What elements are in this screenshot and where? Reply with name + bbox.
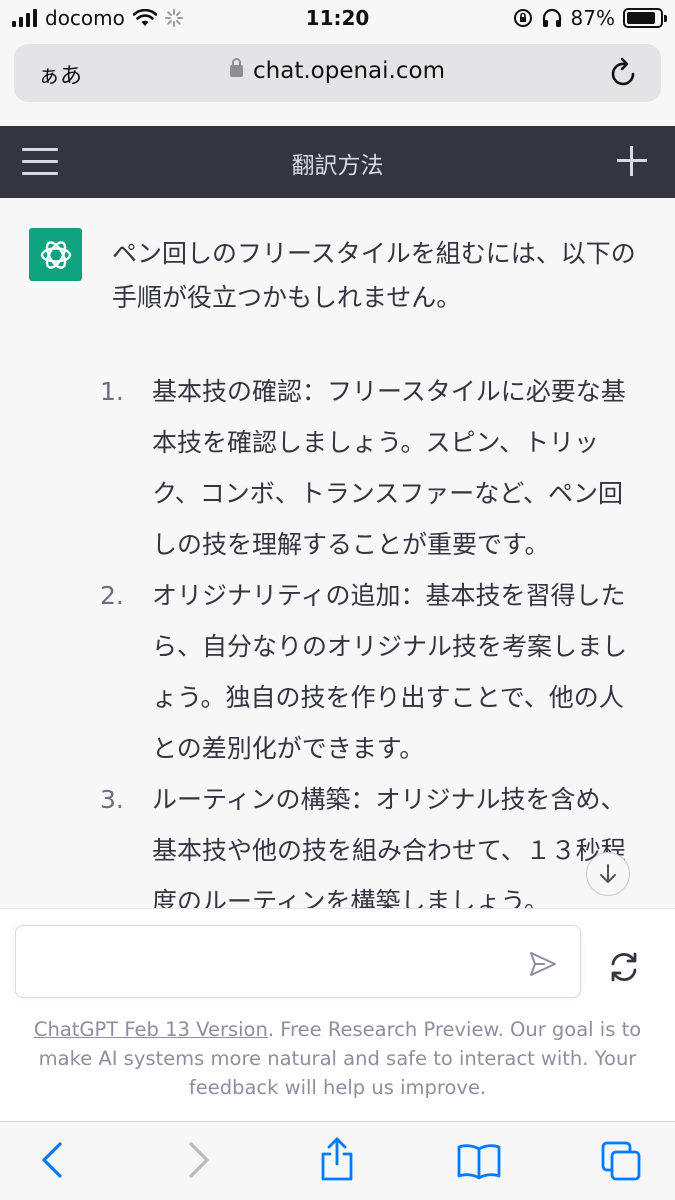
lock-icon xyxy=(230,58,244,77)
back-icon[interactable] xyxy=(38,1140,66,1180)
battery-fill xyxy=(627,12,655,24)
chat-area[interactable]: ペン回しのフリースタイルを組むには、以下の手順が役立つかもしれません。 1. 基… xyxy=(0,198,675,908)
version-link[interactable]: ChatGPT Feb 13 Version xyxy=(34,1018,268,1041)
message-steps-list: 1. 基本技の確認：フリースタイルに必要な基本技を確認しましょう。スピン、トリッ… xyxy=(100,366,645,908)
scroll-to-bottom-button[interactable] xyxy=(586,852,630,896)
address-bar[interactable]: ぁあ chat.openai.com xyxy=(14,44,661,102)
openai-logo-icon xyxy=(40,240,71,269)
headphones-icon xyxy=(542,8,561,27)
plus-icon[interactable] xyxy=(617,146,647,176)
forward-icon[interactable] xyxy=(185,1140,213,1180)
browser-toolbar xyxy=(0,1121,675,1200)
url-text: chat.openai.com xyxy=(253,58,445,84)
list-item: 3. ルーティンの構築：オリジナル技を含め、基本技や他の技を組み合わせて、１３秒… xyxy=(100,774,645,908)
status-bar: docomo 11:20 87% xyxy=(0,0,675,38)
reload-icon[interactable] xyxy=(609,56,639,88)
composer-area: ChatGPT Feb 13 Version. Free Research Pr… xyxy=(0,908,675,1121)
url-display[interactable]: chat.openai.com xyxy=(14,58,661,84)
share-icon[interactable] xyxy=(317,1136,357,1182)
list-number: 2. xyxy=(100,581,124,610)
list-number: 3. xyxy=(100,785,124,814)
message-intro: ペン回しのフリースタイルを組むには、以下の手順が役立つかもしれません。 xyxy=(112,239,636,312)
regenerate-icon[interactable] xyxy=(606,949,642,985)
list-text: ルーティンの構築：オリジナル技を含め、基本技や他の技を組み合わせて、１３秒程度の… xyxy=(152,785,626,908)
list-item: 2. オリジナリティの追加：基本技を習得したら、自分なりのオリジナル技を考案しま… xyxy=(100,570,645,774)
disclaimer-text: ChatGPT Feb 13 Version. Free Research Pr… xyxy=(20,1015,655,1102)
list-item: 1. 基本技の確認：フリースタイルに必要な基本技を確認しましょう。スピン、トリッ… xyxy=(100,366,645,570)
assistant-avatar xyxy=(29,228,82,281)
conversation-title: 翻訳方法 xyxy=(291,153,384,179)
list-text: オリジナリティの追加：基本技を習得したら、自分なりのオリジナル技を考案しましょう… xyxy=(152,581,628,763)
chat-header: 翻訳方法 xyxy=(0,126,675,198)
battery-percent: 87% xyxy=(570,6,615,30)
send-icon[interactable] xyxy=(528,950,558,978)
status-right: 87% xyxy=(513,6,667,30)
list-text: 基本技の確認：フリースタイルに必要な基本技を確認しましょう。スピン、トリック、コ… xyxy=(152,377,626,559)
list-number: 1. xyxy=(100,377,124,406)
orientation-lock-icon xyxy=(513,9,532,27)
message-input-box[interactable] xyxy=(15,925,581,998)
battery-icon xyxy=(623,8,667,28)
arrow-down-icon xyxy=(600,864,616,883)
message-input[interactable] xyxy=(32,946,512,978)
bookmarks-icon[interactable] xyxy=(456,1142,502,1180)
tabs-icon[interactable] xyxy=(600,1140,642,1182)
